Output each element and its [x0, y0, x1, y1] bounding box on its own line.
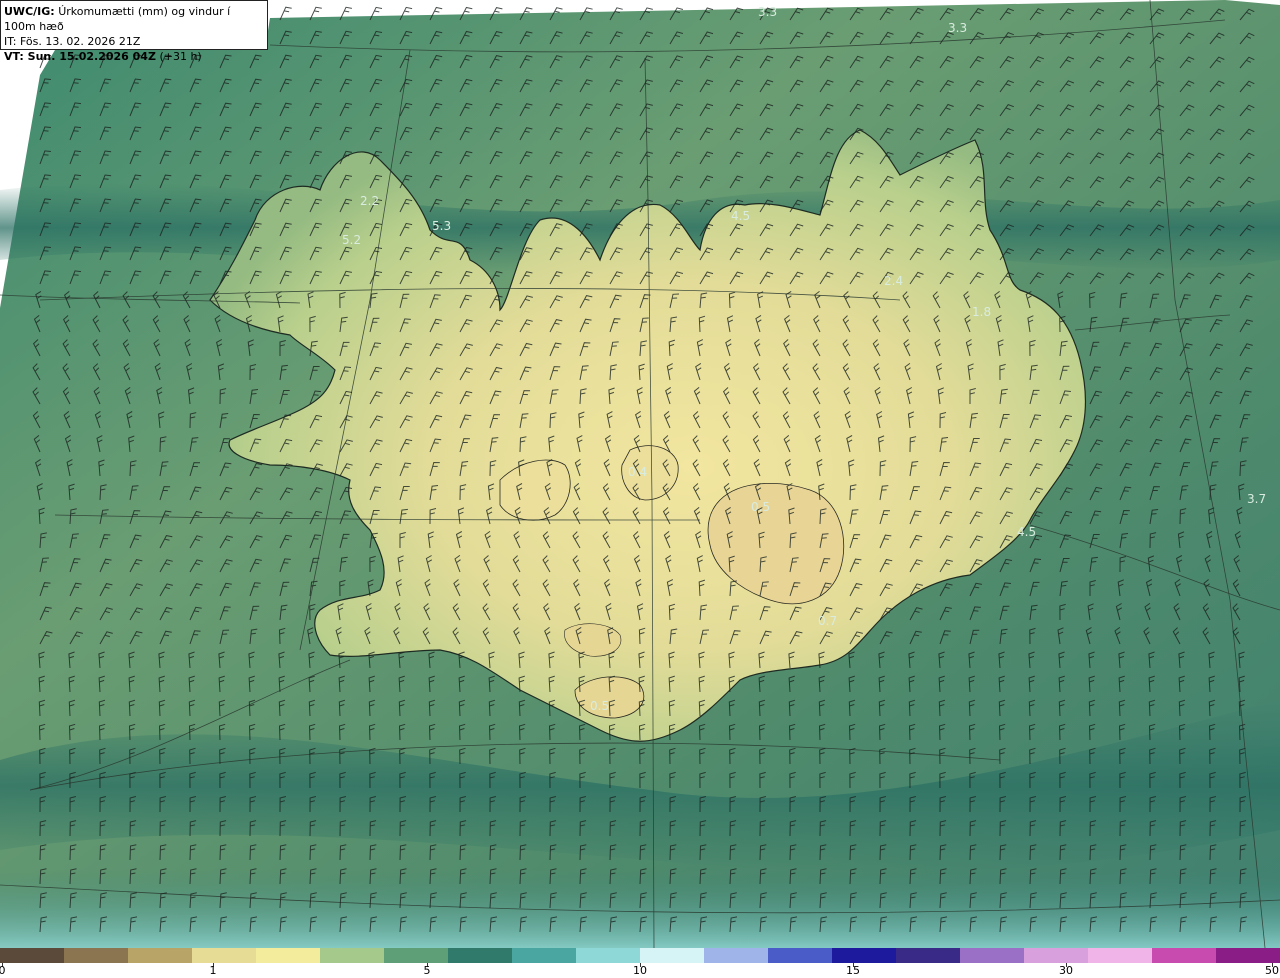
legend-swatch: [128, 948, 193, 963]
legend-swatch: [640, 948, 705, 963]
map-label: 0.4: [628, 465, 647, 479]
legend-swatch: [832, 948, 897, 963]
legend-tick-label: 5: [423, 964, 431, 977]
map-label: 3.3: [758, 5, 777, 19]
map-label: 1.8: [972, 305, 991, 319]
legend-swatch: [1152, 948, 1217, 963]
model-name: UWC/IG:: [4, 5, 55, 18]
legend-swatch: [704, 948, 769, 963]
map-label: 5.3: [432, 219, 451, 233]
legend-swatch: [1216, 948, 1280, 963]
legend-tick-label: 15: [846, 964, 860, 977]
valid-offset: (+31 h): [159, 50, 202, 63]
legend-swatch: [576, 948, 641, 963]
map-label: 3.7: [1247, 492, 1266, 506]
map-label: 0.5: [751, 500, 770, 514]
legend-swatch: [448, 948, 513, 963]
legend-tick-label: 10: [633, 964, 647, 977]
valid-time-line: VT: Sun. 15.02.2026 04Z (+31 h): [4, 49, 264, 64]
legend-swatch: [320, 948, 385, 963]
weather-map: 3.3 3.3 2.2 5.3 5.2 4.5 2.4 1.8 3.7 4.5 …: [0, 0, 1280, 978]
legend-swatch: [384, 948, 449, 963]
legend-tick-label: 0: [0, 964, 6, 977]
color-legend: 0 1 5 10 15 30 50: [0, 948, 1280, 978]
map-label: 4.5: [1017, 525, 1036, 539]
init-time: IT: Fös. 13. 02. 2026 21Z: [4, 35, 141, 48]
legend-swatch: [896, 948, 961, 963]
forecast-map-canvas: 3.3 3.3 2.2 5.3 5.2 4.5 2.4 1.8 3.7 4.5 …: [0, 0, 1280, 949]
legend-swatch: [256, 948, 321, 963]
legend-swatch: [192, 948, 257, 963]
legend-swatch: [512, 948, 577, 963]
map-title-box: UWC/IG: Úrkomumætti (mm) og vindur í 100…: [0, 0, 268, 63]
legend-tick-label: 30: [1059, 964, 1073, 977]
valid-time: VT: Sun. 15.02.2026 04Z: [4, 50, 156, 63]
legend-swatch: [1024, 948, 1089, 963]
map-label: 2.2: [360, 194, 379, 208]
legend-swatch: [960, 948, 1025, 963]
map-label: 2.4: [884, 274, 903, 288]
map-label: 3.3: [948, 21, 967, 35]
legend-swatch: [768, 948, 833, 963]
legend-swatch: [0, 948, 65, 963]
legend-color-bar: [0, 948, 1280, 963]
legend-swatch: [1088, 948, 1153, 963]
legend-tick-label: 50: [1265, 964, 1279, 977]
map-label: 5.2: [342, 233, 361, 247]
map-label: 0.7: [818, 614, 837, 628]
map-label: 0.5: [590, 699, 609, 713]
legend-tick-label: 1: [209, 964, 217, 977]
map-label: 4.5: [731, 209, 750, 223]
legend-swatch: [64, 948, 129, 963]
title-line: UWC/IG: Úrkomumætti (mm) og vindur í 100…: [4, 4, 264, 34]
